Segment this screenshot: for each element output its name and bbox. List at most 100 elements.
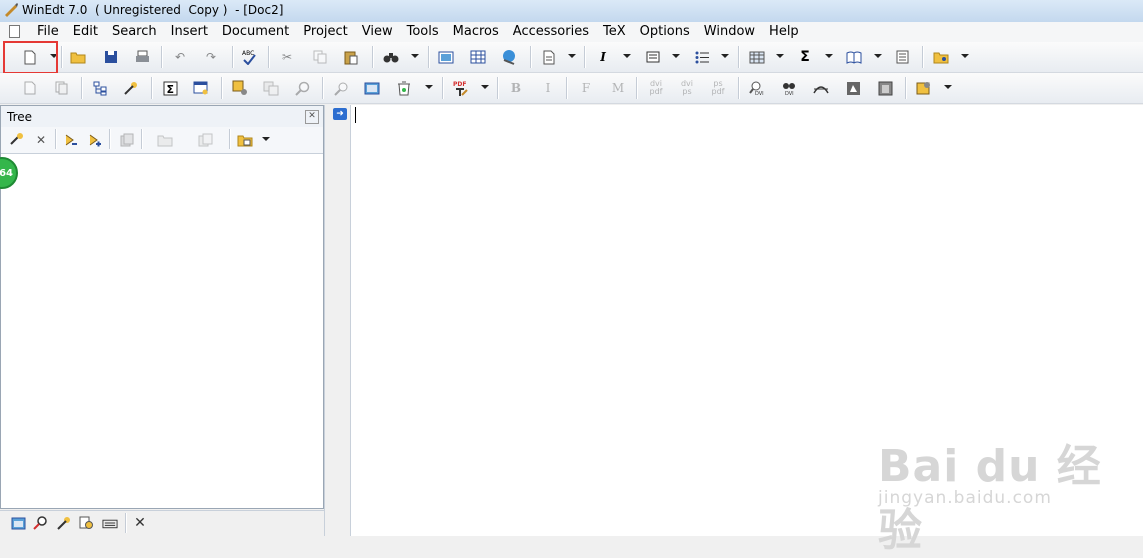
bottom-keyboard-icon[interactable]	[102, 515, 118, 531]
tree-structure-icon[interactable]	[92, 80, 108, 96]
gear-grid-icon[interactable]	[232, 80, 248, 96]
menu-insert[interactable]: Insert	[164, 24, 215, 40]
document-page-icon[interactable]	[541, 49, 557, 65]
bridge-icon[interactable]	[813, 80, 829, 96]
tree-open-folder-icon[interactable]	[157, 132, 173, 148]
bottom-search-icon[interactable]	[33, 515, 49, 531]
menu-edit[interactable]: Edit	[66, 24, 105, 40]
document-menu-icon[interactable]	[9, 25, 20, 38]
tabular-dropdown-chevron-icon[interactable]	[776, 54, 784, 58]
menu-options[interactable]: Options	[633, 24, 697, 40]
window-preview-icon[interactable]	[193, 80, 209, 96]
tree-delete-icon[interactable]: ✕	[33, 132, 49, 148]
font-m-icon[interactable]: M	[610, 80, 626, 96]
document-dropdown-chevron-icon[interactable]	[568, 54, 576, 58]
menu-search[interactable]: Search	[105, 24, 164, 40]
tree-close-icon[interactable]: ✕	[305, 110, 319, 124]
spell-check-icon[interactable]: ABC	[241, 49, 257, 65]
gallery-icon[interactable]	[263, 80, 279, 96]
insert-table-icon[interactable]	[470, 49, 486, 65]
undo-icon[interactable]: ↶	[172, 49, 188, 65]
insert-image-icon[interactable]	[438, 49, 454, 65]
menu-project[interactable]: Project	[296, 24, 354, 40]
menu-bar: File Edit Search Insert Document Project…	[0, 22, 1143, 43]
menu-accessories[interactable]: Accessories	[506, 24, 596, 40]
menu-file[interactable]: File	[30, 24, 66, 40]
page-new-icon[interactable]	[22, 80, 38, 96]
page-copy-icon[interactable]	[53, 80, 69, 96]
tree-project-icon[interactable]	[237, 132, 253, 148]
archive-icon[interactable]	[877, 80, 893, 96]
tabular-icon[interactable]	[749, 49, 765, 65]
math-dropdown-chevron-icon[interactable]	[825, 54, 833, 58]
new-document-highlight	[3, 41, 58, 74]
tree-refresh-icon[interactable]	[9, 132, 25, 148]
italic-icon[interactable]: I	[595, 49, 611, 65]
tree-panel-header: Tree ✕	[1, 106, 323, 128]
pdf-compile-dropdown-chevron-icon[interactable]	[481, 85, 489, 89]
bottom-close-icon[interactable]: ✕	[132, 515, 148, 531]
copy-icon[interactable]	[312, 49, 328, 65]
tree-expand-icon[interactable]	[87, 132, 103, 148]
tree-collapse-icon[interactable]	[63, 132, 79, 148]
menu-macros[interactable]: Macros	[446, 24, 506, 40]
paragraph-dropdown-chevron-icon[interactable]	[672, 54, 680, 58]
math-sigma-icon[interactable]: Σ	[797, 49, 813, 65]
find-binoculars-icon[interactable]	[383, 49, 399, 65]
menu-view[interactable]: View	[355, 24, 400, 40]
open-folder-icon[interactable]	[70, 49, 86, 65]
bottom-wand-icon[interactable]	[56, 515, 72, 531]
italic-dropdown-chevron-icon[interactable]	[623, 54, 631, 58]
sigma-box-icon[interactable]: Σ	[162, 80, 178, 96]
menu-tools[interactable]: Tools	[400, 24, 446, 40]
dvi-search-icon[interactable]: DVI	[749, 80, 765, 96]
bottom-find-files-icon[interactable]	[79, 515, 95, 531]
bookmark-arrow-icon[interactable]: ➜	[333, 108, 347, 120]
dvi-to-ps-icon[interactable]: dvi ps	[677, 80, 697, 96]
bold-icon[interactable]: B	[508, 80, 524, 96]
toolbar-separator	[738, 77, 739, 99]
paste-icon[interactable]	[343, 49, 359, 65]
acrobat-pdf-icon[interactable]	[845, 80, 861, 96]
dvi-view-icon[interactable]: DVI	[781, 80, 797, 96]
pdf-compile-icon[interactable]: PDF	[453, 80, 469, 96]
project-dropdown-chevron-icon[interactable]	[961, 54, 969, 58]
notes-page-icon[interactable]	[894, 49, 910, 65]
tex-tools-dropdown-chevron-icon[interactable]	[944, 85, 952, 89]
recycle-dropdown-chevron-icon[interactable]	[425, 85, 433, 89]
search-replace-icon[interactable]	[333, 80, 349, 96]
insert-hyperlink-icon[interactable]	[501, 49, 517, 65]
book-dropdown-chevron-icon[interactable]	[874, 54, 882, 58]
list-dropdown-chevron-icon[interactable]	[721, 54, 729, 58]
screen-icon[interactable]	[364, 80, 380, 96]
tree-project-dropdown-chevron-icon[interactable]	[262, 137, 270, 141]
toolbar-separator	[229, 129, 230, 149]
print-icon[interactable]	[134, 49, 150, 65]
magic-wand-icon[interactable]	[123, 80, 139, 96]
svg-text:PDF: PDF	[453, 81, 466, 88]
toolbar-separator	[322, 77, 323, 99]
font-f-icon[interactable]: F	[578, 80, 594, 96]
book-icon[interactable]	[846, 49, 862, 65]
dvi-to-pdf-icon[interactable]: dvi pdf	[646, 80, 666, 96]
cut-icon[interactable]: ✂	[279, 49, 295, 65]
menu-document[interactable]: Document	[215, 24, 296, 40]
find-dropdown-chevron-icon[interactable]	[411, 54, 419, 58]
magnifier-icon[interactable]	[294, 80, 310, 96]
bottom-window-icon[interactable]	[10, 515, 26, 531]
recycle-bin-icon[interactable]	[396, 80, 412, 96]
ps-to-pdf-icon[interactable]: ps pdf	[708, 80, 728, 96]
menu-window[interactable]: Window	[697, 24, 762, 40]
project-folder-icon[interactable]	[933, 49, 949, 65]
bullet-list-icon[interactable]	[694, 49, 710, 65]
tree-pages-icon[interactable]	[119, 132, 135, 148]
redo-icon[interactable]: ↷	[203, 49, 219, 65]
menu-help[interactable]: Help	[762, 24, 806, 40]
menu-tex[interactable]: TeX	[596, 24, 633, 40]
tree-copy-icon[interactable]	[197, 132, 213, 148]
save-icon[interactable]	[103, 49, 119, 65]
paragraph-format-icon[interactable]	[645, 49, 661, 65]
toolbar-separator	[268, 46, 269, 68]
italic-text-icon[interactable]: I	[540, 80, 556, 96]
tex-tools-icon[interactable]	[916, 80, 932, 96]
